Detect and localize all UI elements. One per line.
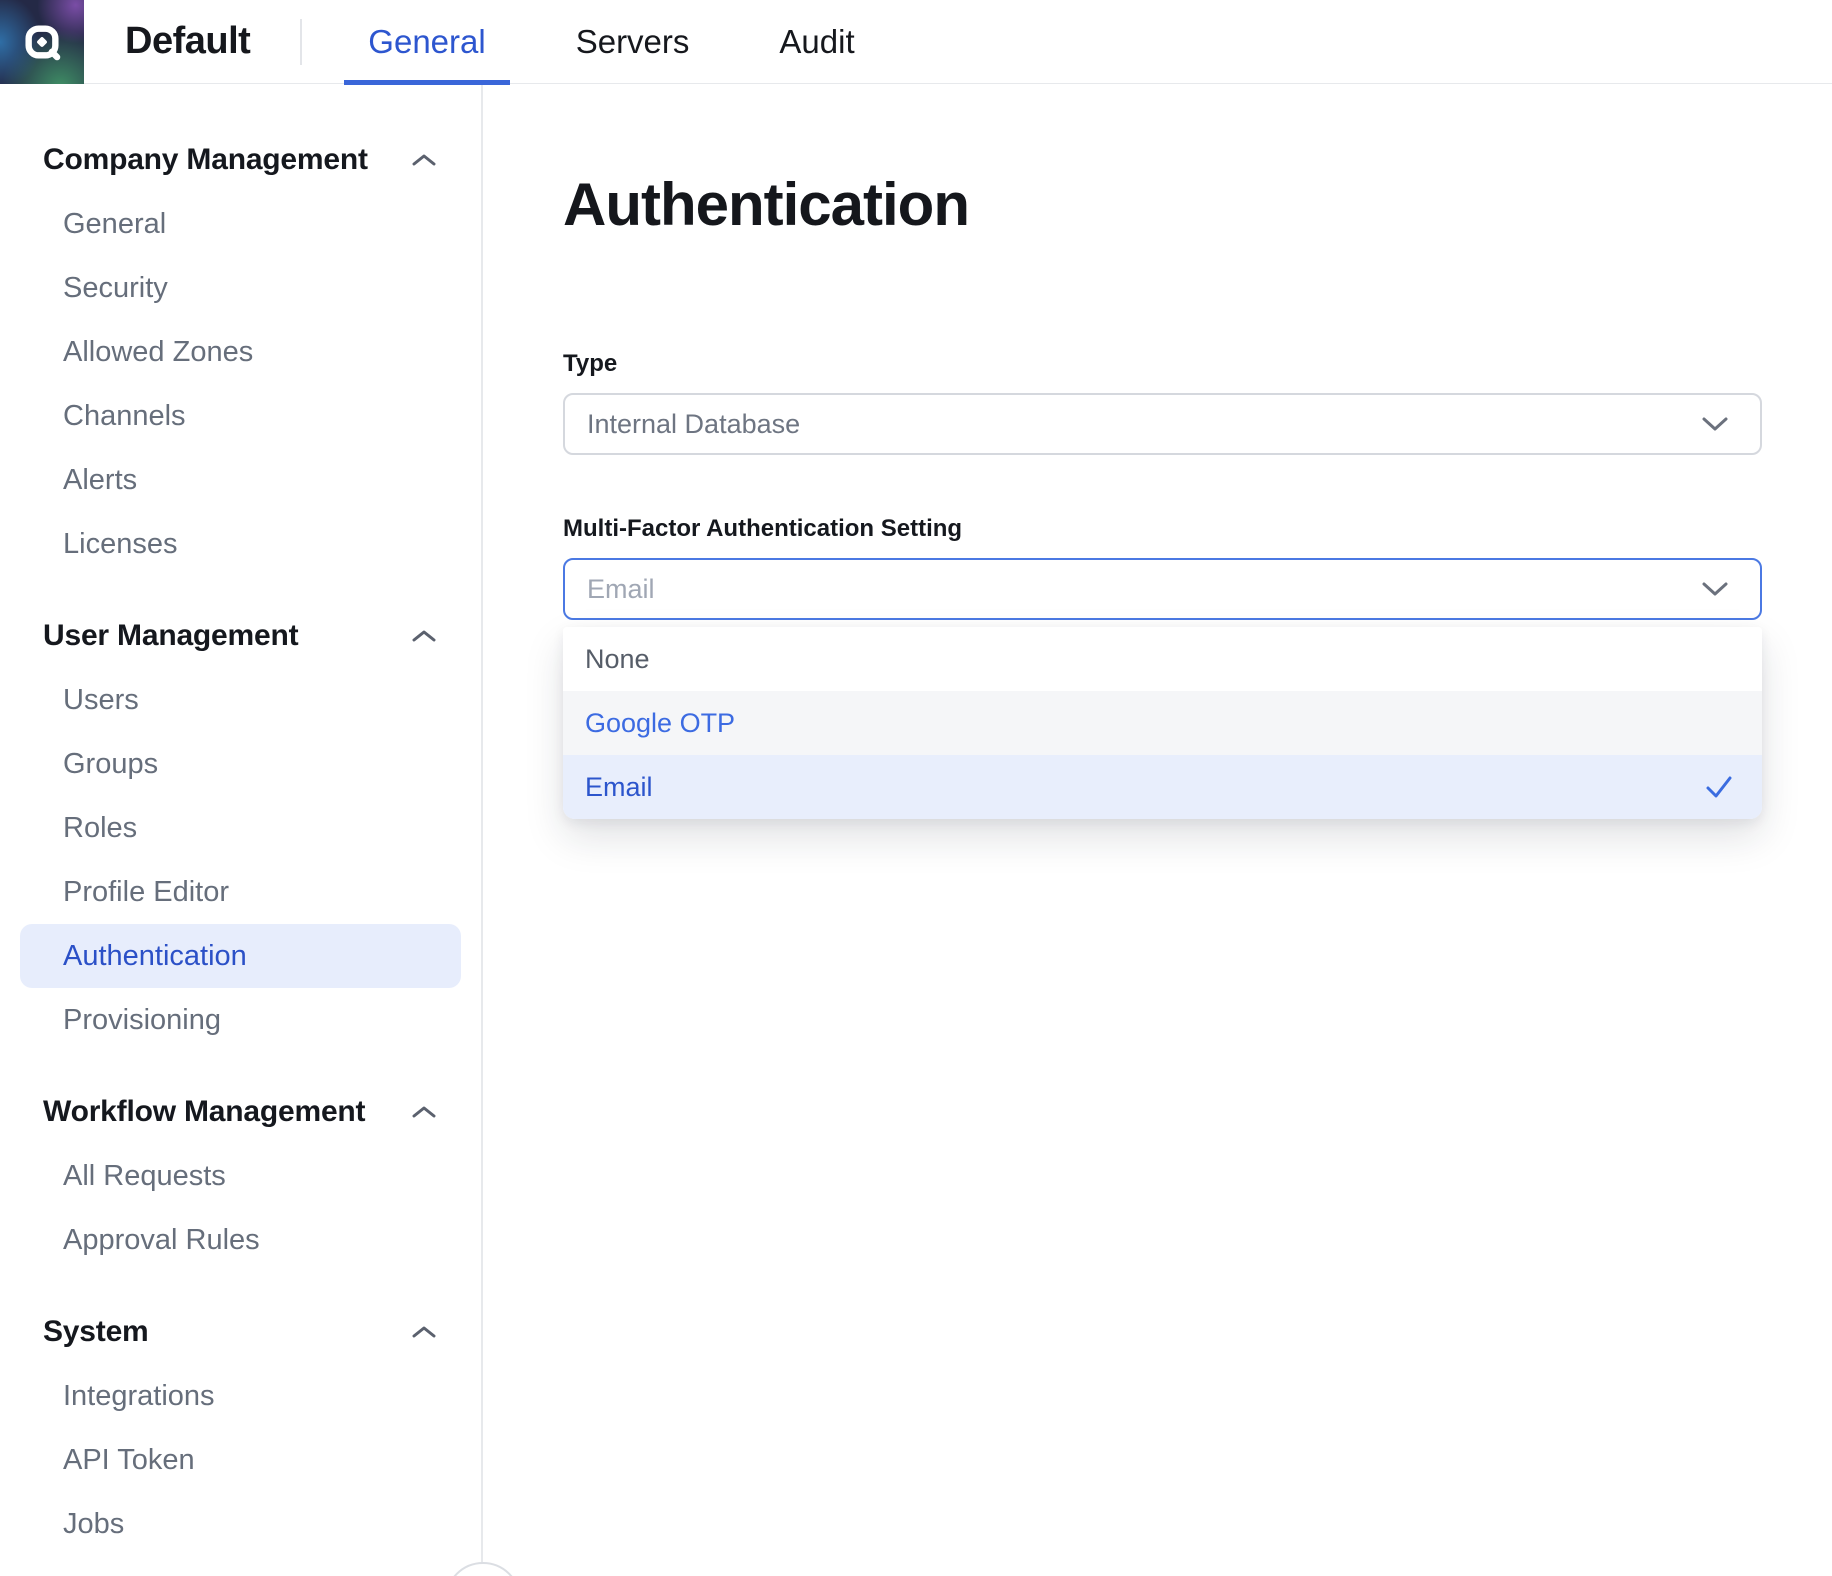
chevron-down-icon <box>1700 415 1730 433</box>
app-logo[interactable] <box>0 0 84 84</box>
sidebar-item-licenses[interactable]: Licenses <box>20 512 461 576</box>
sidebar-item-integrations[interactable]: Integrations <box>20 1364 461 1428</box>
tab-audit[interactable]: Audit <box>755 0 878 84</box>
chevron-up-icon <box>411 628 437 644</box>
section-header-workflow-management[interactable]: Workflow Management <box>0 1080 481 1144</box>
section-header-user-management[interactable]: User Management <box>0 604 481 668</box>
check-icon <box>1704 775 1734 799</box>
workspace-name: Default <box>125 20 250 63</box>
settings-sidebar: Company Management General Security Allo… <box>0 84 483 1576</box>
tab-servers[interactable]: Servers <box>552 0 714 84</box>
section-system: System Integrations API Token Jobs <box>0 1300 481 1556</box>
chevron-up-icon <box>411 152 437 168</box>
sidebar-item-api-token[interactable]: API Token <box>20 1428 461 1492</box>
type-select[interactable]: Internal Database <box>563 393 1762 455</box>
page-title: Authentication <box>563 172 1762 238</box>
sidebar-item-jobs[interactable]: Jobs <box>20 1492 461 1556</box>
sidebar-item-users[interactable]: Users <box>20 668 461 732</box>
sidebar-item-provisioning[interactable]: Provisioning <box>20 988 461 1052</box>
sidebar-item-groups[interactable]: Groups <box>20 732 461 796</box>
section-header-system[interactable]: System <box>0 1300 481 1364</box>
sidebar-item-general[interactable]: General <box>20 192 461 256</box>
mfa-select[interactable]: Email <box>563 558 1762 620</box>
sidebar-item-profile-editor[interactable]: Profile Editor <box>20 860 461 924</box>
topbar-divider <box>300 19 302 65</box>
type-select-value: Internal Database <box>587 409 800 440</box>
sidebar-item-alerts[interactable]: Alerts <box>20 448 461 512</box>
sidebar-item-channels[interactable]: Channels <box>20 384 461 448</box>
top-bar: Default General Servers Audit <box>0 0 1832 84</box>
mfa-select-placeholder: Email <box>587 574 655 605</box>
section-workflow-management: Workflow Management All Requests Approva… <box>0 1080 481 1272</box>
sidebar-item-security[interactable]: Security <box>20 256 461 320</box>
chevron-up-icon <box>411 1324 437 1340</box>
rounded-square-q-logo-icon <box>13 13 71 71</box>
app-window: Default General Servers Audit Company Ma… <box>0 0 1832 1576</box>
top-tabs: General Servers Audit <box>344 0 878 84</box>
section-company-management: Company Management General Security Allo… <box>0 128 481 576</box>
dropdown-option-none[interactable]: None <box>563 627 1762 691</box>
section-user-management: User Management Users Groups Roles Profi… <box>0 604 481 1052</box>
sidebar-item-all-requests[interactable]: All Requests <box>20 1144 461 1208</box>
chevron-up-icon <box>411 1104 437 1120</box>
dropdown-option-google-otp[interactable]: Google OTP <box>563 691 1762 755</box>
mfa-dropdown-menu: None Google OTP Email <box>563 627 1762 819</box>
dropdown-option-email[interactable]: Email <box>563 755 1762 819</box>
section-header-company-management[interactable]: Company Management <box>0 128 481 192</box>
chevron-down-icon <box>1700 580 1730 598</box>
sidebar-item-authentication[interactable]: Authentication <box>20 924 461 988</box>
main-content: Authentication Type Internal Database Mu… <box>483 84 1832 1576</box>
sidebar-item-allowed-zones[interactable]: Allowed Zones <box>20 320 461 384</box>
type-field-label: Type <box>563 350 1762 378</box>
sidebar-item-roles[interactable]: Roles <box>20 796 461 860</box>
sidebar-item-approval-rules[interactable]: Approval Rules <box>20 1208 461 1272</box>
mfa-field-label: Multi-Factor Authentication Setting <box>563 515 1762 543</box>
tab-general[interactable]: General <box>344 0 509 84</box>
